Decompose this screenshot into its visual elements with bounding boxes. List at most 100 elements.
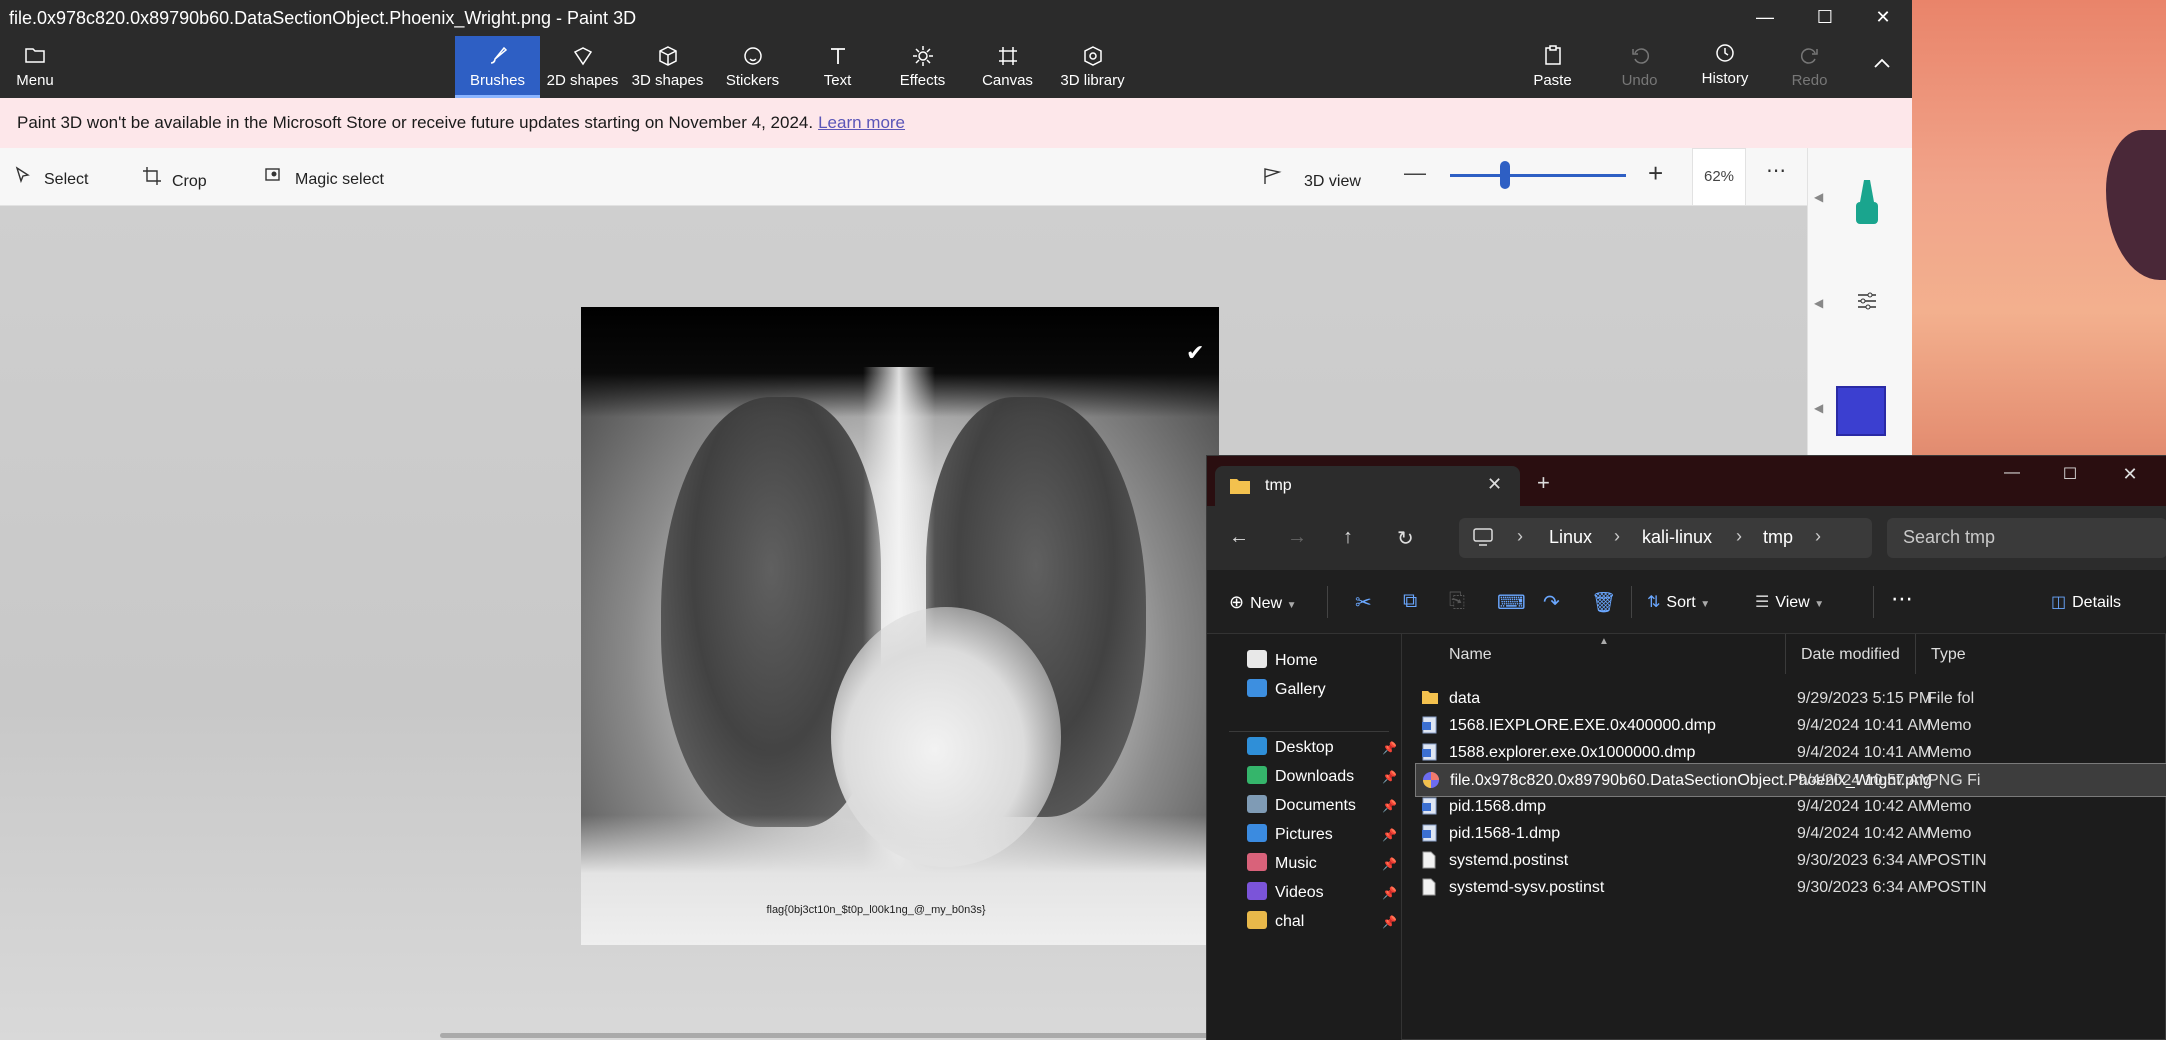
nav-downloads[interactable]: Downloads xyxy=(1247,766,1354,792)
videos-icon xyxy=(1247,882,1267,900)
close-button[interactable]: ✕ xyxy=(1854,0,1912,36)
nav-chal[interactable]: chal xyxy=(1247,911,1304,937)
address-bar[interactable]: › Linux › kali-linux › tmp › xyxy=(1459,518,1872,558)
nav-desktop[interactable]: Desktop xyxy=(1247,737,1334,763)
download-icon xyxy=(1247,766,1267,784)
file-type: POSTIN xyxy=(1927,852,1987,869)
tool-label: Canvas xyxy=(982,72,1033,89)
tool-3d-library[interactable]: 3D library xyxy=(1050,36,1135,98)
sort-button[interactable]: ⇅ Sort ▼ xyxy=(1647,592,1710,612)
close-tab-icon[interactable]: ✕ xyxy=(1487,474,1502,495)
xray-image[interactable] xyxy=(581,307,1219,945)
file-name: pid.1568.dmp xyxy=(1449,798,1546,815)
minimize-button[interactable]: — xyxy=(1736,0,1794,36)
tool-brushes[interactable]: Brushes xyxy=(455,36,540,98)
nav-gallery[interactable]: Gallery xyxy=(1247,679,1326,705)
select-button[interactable]: Select xyxy=(14,166,88,189)
pictures-icon xyxy=(1247,824,1267,842)
expand-arrow-icon[interactable]: ◀ xyxy=(1814,190,1823,204)
main-toolbar: Menu Brushes 2D shapes 3D shapes Sticker… xyxy=(0,36,1912,98)
nav-videos[interactable]: Videos xyxy=(1247,882,1324,908)
pin-icon[interactable]: 📌 xyxy=(1382,799,1397,813)
view-button[interactable]: ☰ View ▼ xyxy=(1755,592,1824,612)
nav-label: Home xyxy=(1275,652,1318,669)
navigation-bar: ← → ↑ ↻ › Linux › kali-linux › tmp › Sea… xyxy=(1207,506,2166,570)
tool-text[interactable]: Text xyxy=(795,36,880,98)
minimize-button[interactable]: — xyxy=(1987,464,2037,482)
column-name-header[interactable]: Name xyxy=(1449,646,1492,664)
tool-stickers[interactable]: Stickers xyxy=(710,36,795,98)
forward-arrow-icon[interactable]: → xyxy=(1287,526,1307,549)
expand-arrow-icon[interactable]: ◀ xyxy=(1814,296,1823,310)
copy-icon[interactable]: ⧉ xyxy=(1403,590,1417,613)
refresh-icon[interactable]: ↻ xyxy=(1397,526,1414,551)
file-row[interactable]: systemd-sysv.postinst 9/30/2023 6:34 AM PO… xyxy=(1415,871,2166,905)
learn-more-link[interactable]: Learn more xyxy=(818,113,905,132)
pin-icon[interactable]: 📌 xyxy=(1382,770,1397,784)
details-button[interactable]: ◫ Details xyxy=(2051,592,2121,612)
zoom-in-button[interactable]: + xyxy=(1648,158,1663,189)
pin-icon[interactable]: 📌 xyxy=(1382,915,1397,929)
close-button[interactable]: ✕ xyxy=(2105,464,2155,485)
nav-pictures[interactable]: Pictures xyxy=(1247,824,1333,850)
cut-icon[interactable]: ✂ xyxy=(1355,590,1372,615)
more-options-button[interactable]: ⋯ xyxy=(1766,158,1786,183)
expand-arrow-icon[interactable]: ◀ xyxy=(1814,401,1823,415)
file-type: Memo xyxy=(1927,825,1972,842)
home-icon xyxy=(1247,650,1267,668)
undo-button[interactable]: Undo xyxy=(1602,36,1677,98)
menu-button[interactable]: Menu xyxy=(0,36,70,98)
search-input[interactable]: Search tmp xyxy=(1887,518,2166,558)
magic-select-button[interactable]: Magic select xyxy=(265,166,384,189)
pin-icon[interactable]: 📌 xyxy=(1382,828,1397,842)
tool-effects[interactable]: Effects xyxy=(880,36,965,98)
magic-select-label: Magic select xyxy=(295,171,384,188)
sort-icon: ⇅ xyxy=(1647,594,1661,611)
breadcrumb-linux[interactable]: Linux xyxy=(1549,527,1592,548)
flag-view-icon xyxy=(1262,166,1282,191)
marker-brush-icon[interactable] xyxy=(1852,178,1882,233)
zoom-slider-thumb[interactable] xyxy=(1499,161,1510,189)
chevron-right-icon[interactable]: › xyxy=(1815,526,1821,547)
crop-button[interactable]: Crop xyxy=(142,166,207,191)
back-arrow-icon[interactable]: ← xyxy=(1229,526,1249,549)
selected-color-swatch[interactable] xyxy=(1836,386,1886,436)
collapse-toolbar-button[interactable] xyxy=(1862,36,1902,98)
tool-2d-shapes[interactable]: 2D shapes xyxy=(540,36,625,98)
column-type-header[interactable]: Type xyxy=(1931,646,1966,664)
pin-icon[interactable]: 📌 xyxy=(1382,886,1397,900)
zoom-percent[interactable]: 62% xyxy=(1692,148,1746,206)
tab-tmp[interactable]: tmp ✕ xyxy=(1215,466,1520,506)
column-date-header[interactable]: Date modified xyxy=(1801,646,1900,664)
tool-canvas[interactable]: Canvas xyxy=(965,36,1050,98)
nav-documents[interactable]: Documents xyxy=(1247,795,1356,821)
zoom-slider-track[interactable] xyxy=(1450,174,1626,177)
pin-icon[interactable]: 📌 xyxy=(1382,741,1397,755)
redo-button[interactable]: Redo xyxy=(1772,36,1847,98)
delete-icon[interactable]: 🗑 xyxy=(1591,590,1616,615)
deprecation-notice: Paint 3D won't be available in the Micro… xyxy=(0,98,1912,148)
pin-icon[interactable]: 📌 xyxy=(1382,857,1397,871)
rename-icon[interactable]: ⌨ xyxy=(1497,590,1526,615)
new-tab-button[interactable]: + xyxy=(1537,470,1550,496)
horizontal-scrollbar[interactable] xyxy=(440,1033,1210,1038)
share-icon[interactable]: ↷ xyxy=(1543,590,1560,615)
new-button[interactable]: ⊕ New ▼ xyxy=(1229,592,1296,613)
paste-icon[interactable]: ⎘ xyxy=(1449,590,1465,613)
nav-home[interactable]: Home xyxy=(1247,650,1318,676)
maximize-button[interactable]: ☐ xyxy=(1796,0,1854,36)
brush-settings-icon[interactable] xyxy=(1856,290,1878,317)
zoom-out-button[interactable]: — xyxy=(1404,160,1426,186)
file-list: ▲ Name Date modified Type data 9/29/2023 … xyxy=(1403,634,2166,1040)
up-arrow-icon[interactable]: ↑ xyxy=(1343,526,1353,549)
more-options-icon[interactable]: ⋯ xyxy=(1891,586,1913,612)
paste-button[interactable]: Paste xyxy=(1515,36,1590,98)
3d-view-button[interactable]: 3D view xyxy=(1262,166,1361,191)
tool-3d-shapes[interactable]: 3D shapes xyxy=(625,36,710,98)
breadcrumb-kali-linux[interactable]: kali-linux xyxy=(1642,527,1712,548)
file-type: PNG Fi xyxy=(1928,772,1981,789)
breadcrumb-tmp[interactable]: tmp xyxy=(1763,527,1793,548)
maximize-button[interactable]: ☐ xyxy=(2045,464,2095,484)
history-button[interactable]: History xyxy=(1685,36,1765,98)
nav-music[interactable]: Music xyxy=(1247,853,1317,879)
